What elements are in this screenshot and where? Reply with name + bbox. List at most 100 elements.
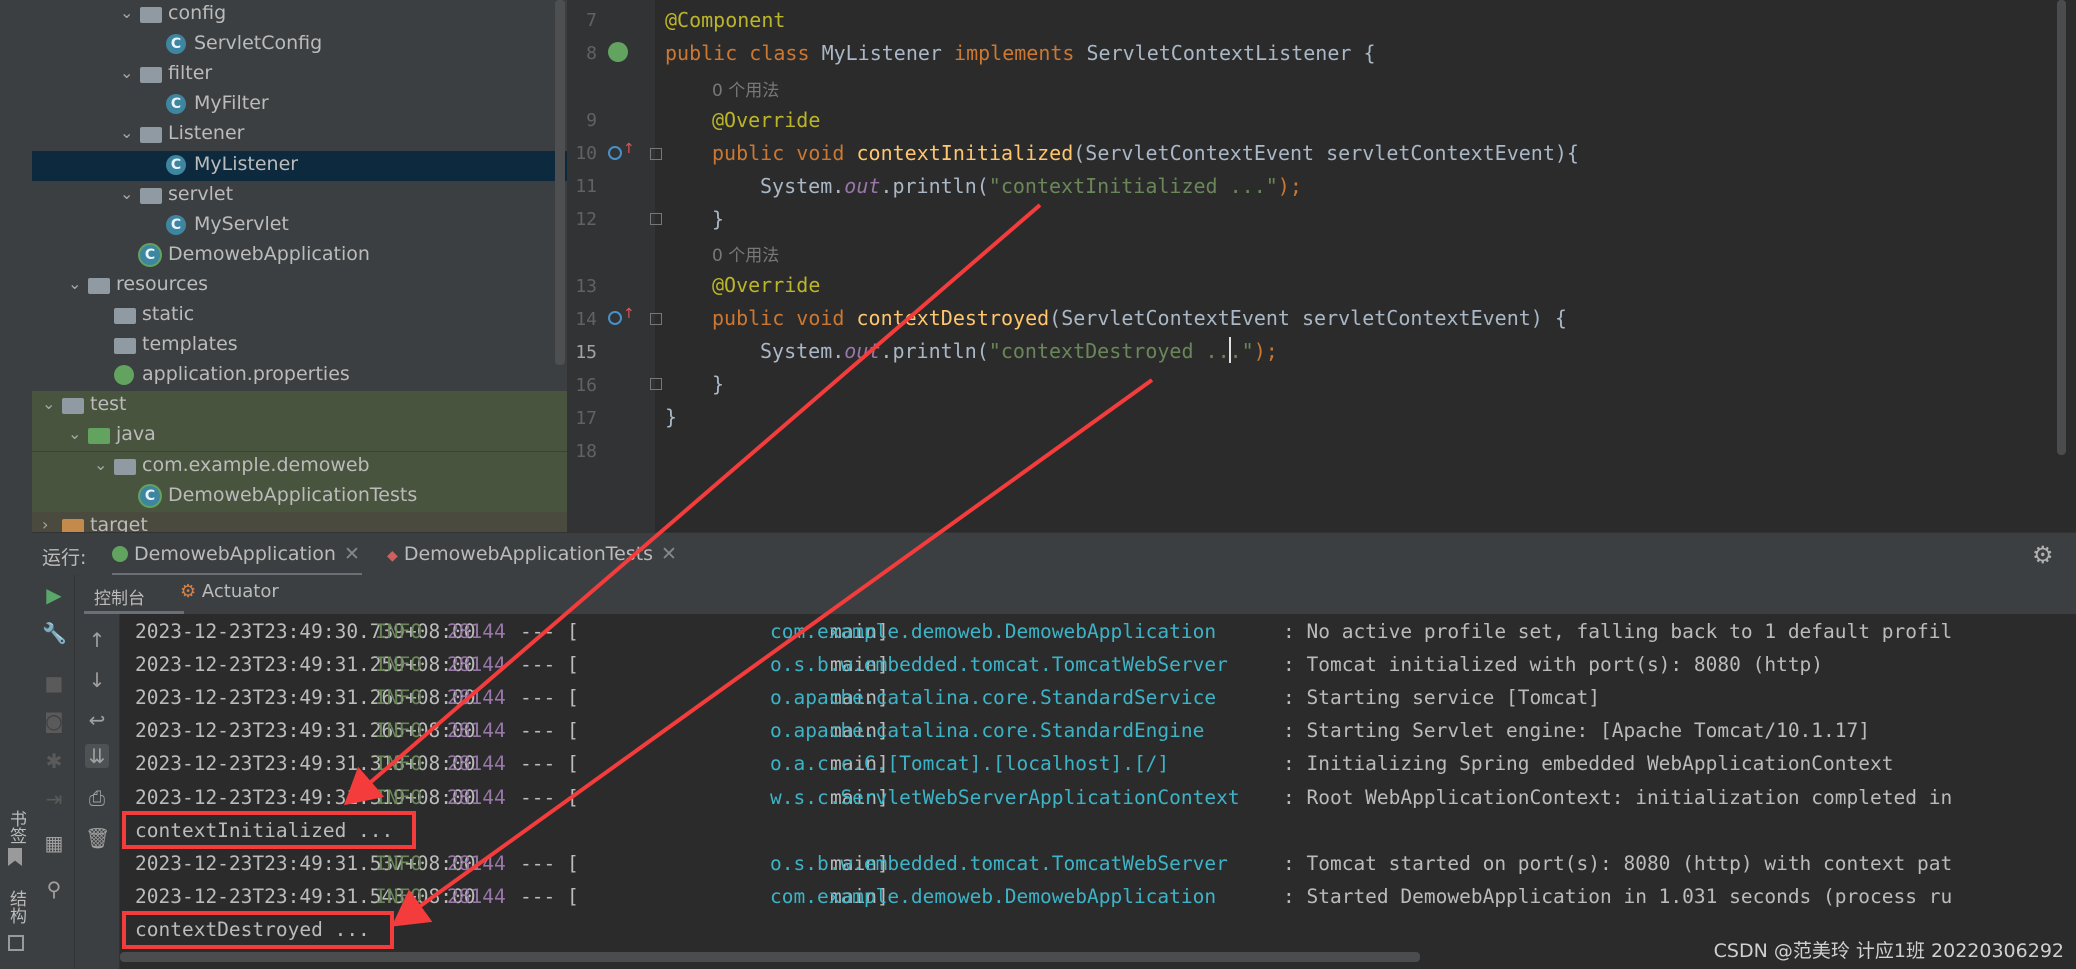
chevron-down-icon[interactable]: ⌄ — [42, 394, 55, 413]
bookmark-icon[interactable] — [8, 848, 22, 866]
tree-item[interactable]: ⌄ java — [32, 421, 567, 452]
code-line-8[interactable]: public class MyListener implements Servl… — [665, 41, 1375, 65]
bookmarks-tool-label[interactable]: 书签 — [4, 810, 29, 844]
code-line-17[interactable]: } — [665, 405, 677, 429]
console-logger: o.apache.catalina.core.StandardService — [770, 686, 1217, 710]
close-icon[interactable]: ✕ — [344, 543, 360, 565]
rerun-icon[interactable]: ▶ — [42, 583, 66, 607]
code-line-9[interactable]: @Override — [712, 108, 820, 132]
spring-bean-icon[interactable] — [608, 42, 628, 62]
console-level: INFO — [375, 620, 422, 643]
code-line-10[interactable]: public void contextInitialized(ServletCo… — [712, 141, 1579, 165]
scroll-down-icon[interactable]: ↓ — [85, 668, 109, 692]
structure-tool-label[interactable]: 结构 — [4, 890, 29, 924]
class-icon: C — [166, 94, 186, 115]
code-line-15[interactable]: System.out.println("contextDestroyed ...… — [760, 339, 1278, 363]
tree-item[interactable]: ⌄ config — [32, 0, 567, 30]
test-run-icon: ◆ — [387, 548, 398, 564]
tree-item[interactable]: ⌄ resources — [32, 271, 567, 301]
override-marker-icon[interactable] — [608, 146, 622, 160]
code-line-12[interactable]: } — [712, 207, 724, 231]
chevron-down-icon[interactable]: ⌄ — [120, 123, 133, 142]
code-line-14[interactable]: public void contextDestroyed(ServletCont… — [712, 306, 1567, 330]
tree-item[interactable]: C MyListener — [32, 150, 567, 181]
code-editor[interactable] — [655, 0, 2055, 532]
gear-icon[interactable]: ⚙ — [2032, 541, 2054, 569]
tree-item[interactable]: ⌄ filter — [32, 60, 567, 90]
debug-icon[interactable]: ✱ — [42, 749, 66, 773]
implements-arrow-icon[interactable]: ↑ — [623, 141, 635, 157]
console-logger: com.example.demoweb.DemowebApplication — [770, 620, 1217, 643]
project-tree-scrollbar[interactable] — [555, 0, 565, 365]
tree-item[interactable]: static — [32, 301, 567, 331]
line-number: 12 — [575, 209, 597, 230]
console-horizontal-scrollbar[interactable] — [120, 952, 1420, 962]
scroll-up-icon[interactable]: ↑ — [85, 628, 109, 652]
tree-item[interactable]: C ServletConfig — [32, 30, 567, 60]
tree-item[interactable]: ⌄ test — [32, 391, 567, 422]
tree-item[interactable]: C MyFilter — [32, 90, 567, 120]
console-msg: : Initializing Spring embedded WebApplic… — [1283, 752, 1894, 776]
console-sep: --- [ — [520, 851, 579, 875]
run-toolbar-primary: ▶ 🔧 ■ ◙ ✱ ⇥ ▦ ⚲ — [32, 575, 75, 969]
tree-item[interactable]: ⌄ servlet — [32, 181, 567, 211]
console-pid: 28144 — [447, 653, 506, 677]
code-line-7[interactable]: @Component — [665, 8, 785, 32]
layout-icon[interactable]: ▦ — [42, 831, 66, 855]
run-tab-demoweb-application[interactable]: DemowebApplication ✕ — [112, 543, 360, 565]
chevron-down-icon[interactable]: ⌄ — [68, 424, 81, 443]
folder-icon — [114, 338, 136, 355]
folder-icon — [62, 398, 84, 415]
chevron-down-icon[interactable]: ⌄ — [120, 184, 133, 203]
fold-marker-icon[interactable] — [650, 313, 662, 325]
wrench-icon[interactable]: 🔧 — [42, 621, 67, 645]
folder-icon — [88, 277, 110, 294]
tree-item[interactable]: C MyServlet — [32, 211, 567, 241]
run-tab-demoweb-application-tests[interactable]: ◆ DemowebApplicationTests ✕ — [387, 543, 677, 565]
tree-item[interactable]: C DemowebApplication — [32, 241, 567, 271]
print-icon[interactable]: ⎙ — [85, 786, 109, 810]
fold-marker-icon[interactable] — [650, 213, 662, 225]
chevron-down-icon[interactable]: ⌄ — [94, 455, 107, 474]
implements-arrow-icon[interactable]: ↑ — [623, 306, 635, 322]
chevron-down-icon[interactable]: ⌄ — [120, 3, 133, 22]
tree-item-label: MyServlet — [194, 212, 289, 235]
tab-actuator[interactable]: ⚙ Actuator — [180, 581, 279, 602]
tree-item[interactable]: ⌄ Listener — [32, 120, 567, 150]
tree-item[interactable]: templates — [32, 331, 567, 361]
code-line-13[interactable]: @Override — [712, 273, 820, 297]
tree-item-label: config — [168, 2, 227, 24]
tab-console[interactable]: 控制台 — [94, 584, 145, 609]
exit-icon[interactable]: ⇥ — [42, 787, 66, 811]
soft-wrap-icon[interactable]: ↩ — [85, 708, 109, 732]
console-sep: --- [ — [520, 620, 579, 643]
console-sep: --- [ — [520, 653, 579, 677]
fold-marker-icon[interactable] — [650, 148, 662, 160]
console-level: INFO — [375, 719, 422, 743]
package-icon — [114, 458, 136, 475]
pin-icon[interactable]: ⚲ — [42, 877, 66, 901]
override-marker-icon[interactable] — [608, 311, 622, 325]
tree-item[interactable]: application.properties — [32, 361, 567, 391]
stop-icon[interactable]: ■ — [42, 671, 66, 695]
usage-hint-2[interactable]: 0 个用法 — [712, 241, 779, 266]
usage-hint-1[interactable]: 0 个用法 — [712, 76, 779, 101]
code-line-16[interactable]: } — [712, 372, 724, 396]
folder-icon — [140, 187, 162, 204]
chevron-down-icon[interactable]: ⌄ — [68, 274, 81, 293]
trash-icon[interactable]: 🗑 — [85, 826, 110, 850]
camera-icon[interactable]: ◙ — [42, 709, 66, 733]
chevron-down-icon[interactable]: ⌄ — [120, 63, 133, 82]
close-icon[interactable]: ✕ — [661, 543, 677, 565]
tree-item-label: java — [116, 423, 156, 446]
fold-marker-icon[interactable] — [650, 378, 662, 390]
tree-item[interactable]: › target — [32, 511, 567, 532]
console-sep: --- [ — [520, 719, 579, 743]
editor-scrollbar[interactable] — [2055, 0, 2068, 532]
tree-item[interactable]: C DemowebApplicationTests — [32, 481, 567, 512]
chevron-right-icon[interactable]: › — [42, 515, 48, 532]
scroll-to-end-icon[interactable]: ⇊ — [85, 744, 109, 768]
structure-icon[interactable] — [8, 935, 24, 951]
code-line-11[interactable]: System.out.println("contextInitialized .… — [760, 174, 1302, 198]
tree-item[interactable]: ⌄ com.example.demoweb — [32, 451, 567, 482]
